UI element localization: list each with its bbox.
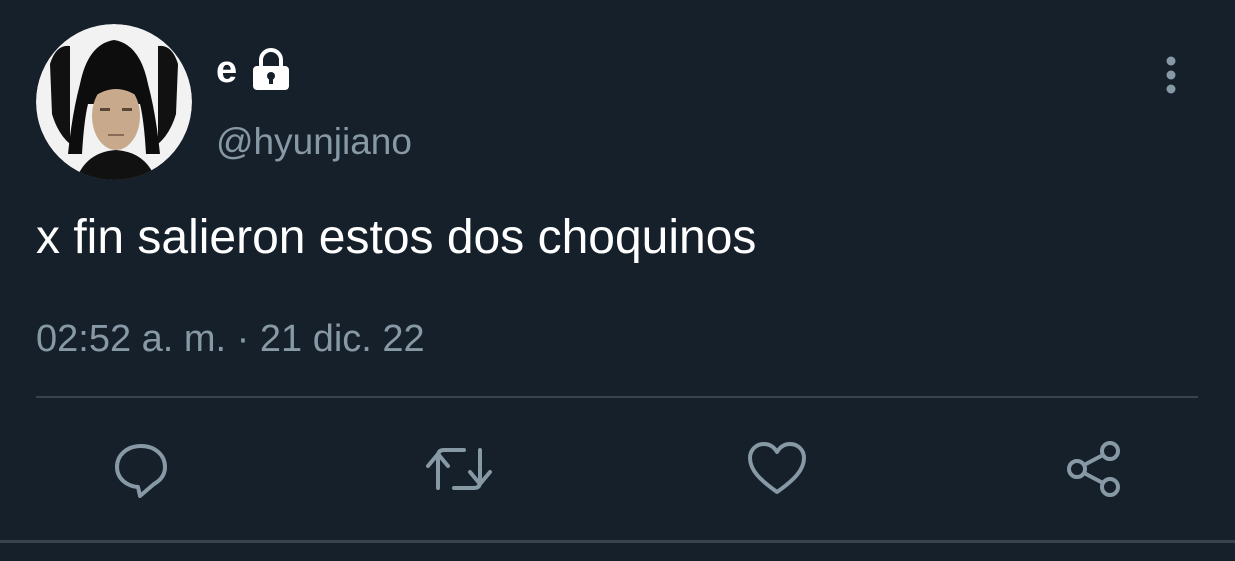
- action-bar: [0, 438, 1235, 500]
- user-handle[interactable]: @hyunjiano: [216, 118, 412, 166]
- lock-icon: [247, 46, 295, 94]
- retweet-icon[interactable]: [426, 438, 492, 500]
- tweet-card: e @hyunjiano x fin salieron estos dos ch…: [0, 0, 1235, 561]
- share-icon[interactable]: [1064, 438, 1126, 500]
- divider: [36, 396, 1198, 398]
- avatar-image: [36, 24, 192, 180]
- bottom-border: [0, 540, 1235, 543]
- tweet-timestamp[interactable]: 02:52 a. m. · 21 dic. 22: [36, 314, 425, 364]
- tweet-text: x fin salieron estos dos choquinos: [36, 211, 757, 264]
- more-vertical-icon[interactable]: [1155, 52, 1187, 98]
- display-name[interactable]: e: [216, 44, 237, 96]
- avatar[interactable]: [36, 24, 192, 180]
- name-row: e: [216, 44, 295, 96]
- heart-icon[interactable]: [746, 438, 808, 500]
- reply-icon[interactable]: [110, 438, 172, 500]
